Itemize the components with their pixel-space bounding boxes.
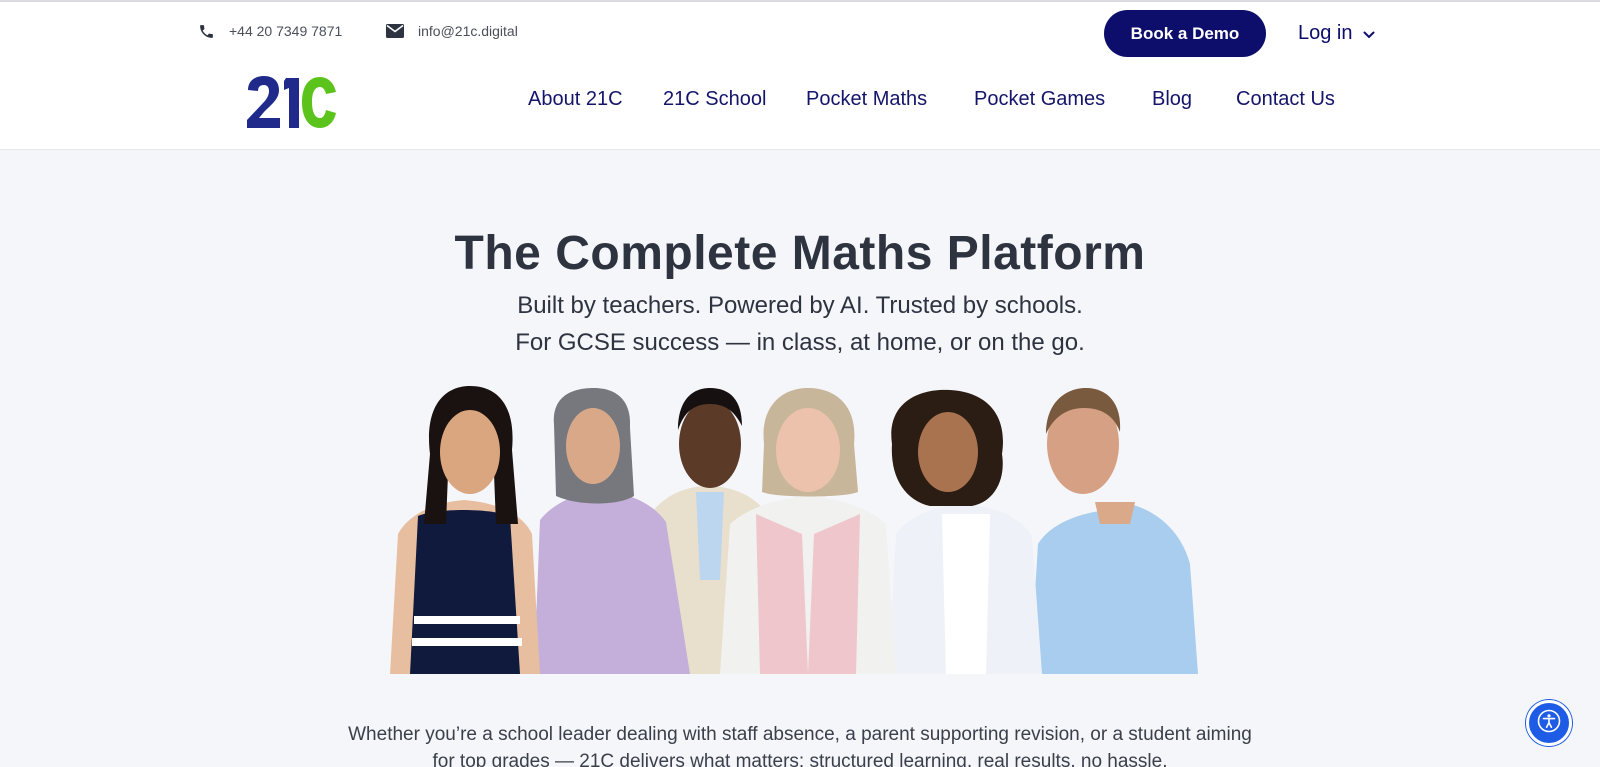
nav-blog[interactable]: Blog [1152,88,1192,111]
nav-21c-school[interactable]: 21C School [663,88,766,111]
accessibility-button[interactable] [1526,700,1572,746]
phone-number: +44 20 7349 7871 [229,23,343,39]
intro-text-line2: for top grades — 21C delivers what matte… [432,751,1168,767]
person-figure [1030,388,1198,674]
hero-subtitle-line1: Built by teachers. Powered by AI. Truste… [517,292,1083,319]
phone-link[interactable]: +44 20 7349 7871 [197,22,342,40]
accessibility-icon [1537,709,1561,738]
intro-text-line1: Whether you’re a school leader dealing w… [348,724,1252,745]
nav-pocket-maths[interactable]: Pocket Maths [806,88,927,111]
person-figure [390,386,540,674]
hero-section: The Complete Maths Platform Built by tea… [0,150,1600,767]
hero-subtitle-line2: For GCSE success — in class, at home, or… [515,329,1085,356]
site-header: +44 20 7349 7871 info@21c.digital Book a… [0,2,1600,150]
nav-pocket-games[interactable]: Pocket Games [974,88,1105,111]
contact-bar: +44 20 7349 7871 info@21c.digital Book a… [0,2,1600,62]
person-figure [720,388,896,674]
nav-contact-us[interactable]: Contact Us [1236,88,1335,111]
login-label: Log in [1298,21,1353,44]
nav-about-21c[interactable]: About 21C [528,88,623,111]
email-address: info@21c.digital [418,23,518,39]
chevron-down-icon [1363,22,1375,45]
login-dropdown[interactable]: Log in [1298,18,1375,48]
person-figure [534,388,690,674]
envelope-icon [386,22,404,40]
email-link[interactable]: info@21c.digital [386,22,518,40]
book-demo-button[interactable]: Book a Demo [1104,10,1266,57]
main-nav: About 21C 21C School Pocket Maths Pocket… [0,88,1600,118]
hero-title: The Complete Maths Platform [454,227,1146,280]
phone-icon [197,22,215,40]
person-figure [888,389,1042,674]
team-photo [390,384,1204,674]
